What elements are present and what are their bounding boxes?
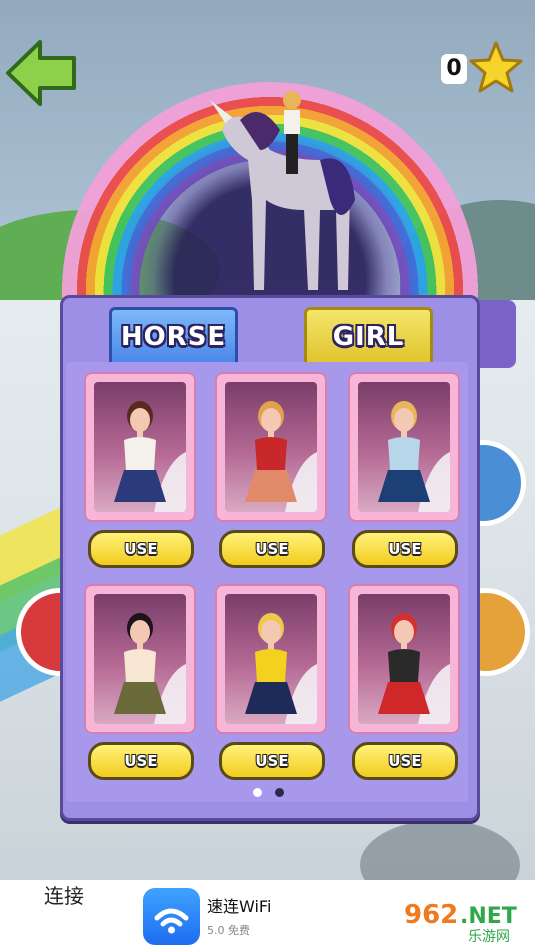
use-button[interactable]: USE	[88, 742, 194, 780]
use-button[interactable]: USE	[219, 742, 325, 780]
tab-girl[interactable]: GIRL	[304, 307, 433, 367]
back-arrow-icon[interactable]	[4, 38, 78, 108]
page-dot-2[interactable]	[275, 788, 284, 797]
use-button[interactable]: USE	[219, 530, 325, 568]
skin-grid: USE USE USE USE USE USE	[66, 362, 468, 802]
character-portrait	[94, 594, 186, 724]
skin-card[interactable]	[84, 372, 196, 522]
character-portrait	[225, 382, 317, 512]
skin-card[interactable]	[215, 372, 327, 522]
site-watermark: 962 .NET 乐游网	[404, 900, 517, 945]
watermark-net: .NET	[460, 904, 517, 929]
ad-connect-label[interactable]: 连接	[44, 880, 84, 909]
unicorn-rider	[210, 91, 355, 291]
skin-card[interactable]	[215, 584, 327, 734]
character-portrait	[225, 594, 317, 724]
character-portrait	[358, 594, 450, 724]
customization-panel: HORSE GIRL USE USE USE USE USE USE	[60, 295, 480, 821]
watermark-cn: 乐游网	[468, 929, 510, 945]
star-icon	[469, 41, 523, 93]
wifi-app-icon[interactable]	[143, 888, 200, 945]
ad-rating: 5.0 免费	[207, 924, 250, 937]
skin-card[interactable]	[348, 584, 460, 734]
tab-horse[interactable]: HORSE	[109, 307, 238, 367]
skin-card[interactable]	[348, 372, 460, 522]
coin-counter: 0	[441, 54, 467, 84]
use-button[interactable]: USE	[352, 530, 458, 568]
use-button[interactable]: USE	[352, 742, 458, 780]
character-portrait	[358, 382, 450, 512]
skin-card[interactable]	[84, 584, 196, 734]
page-dot-1[interactable]	[253, 788, 262, 797]
watermark-962: 962	[404, 900, 458, 930]
character-portrait	[94, 382, 186, 512]
ad-app-name[interactable]: 速连WiFi	[207, 893, 271, 917]
use-button[interactable]: USE	[88, 530, 194, 568]
